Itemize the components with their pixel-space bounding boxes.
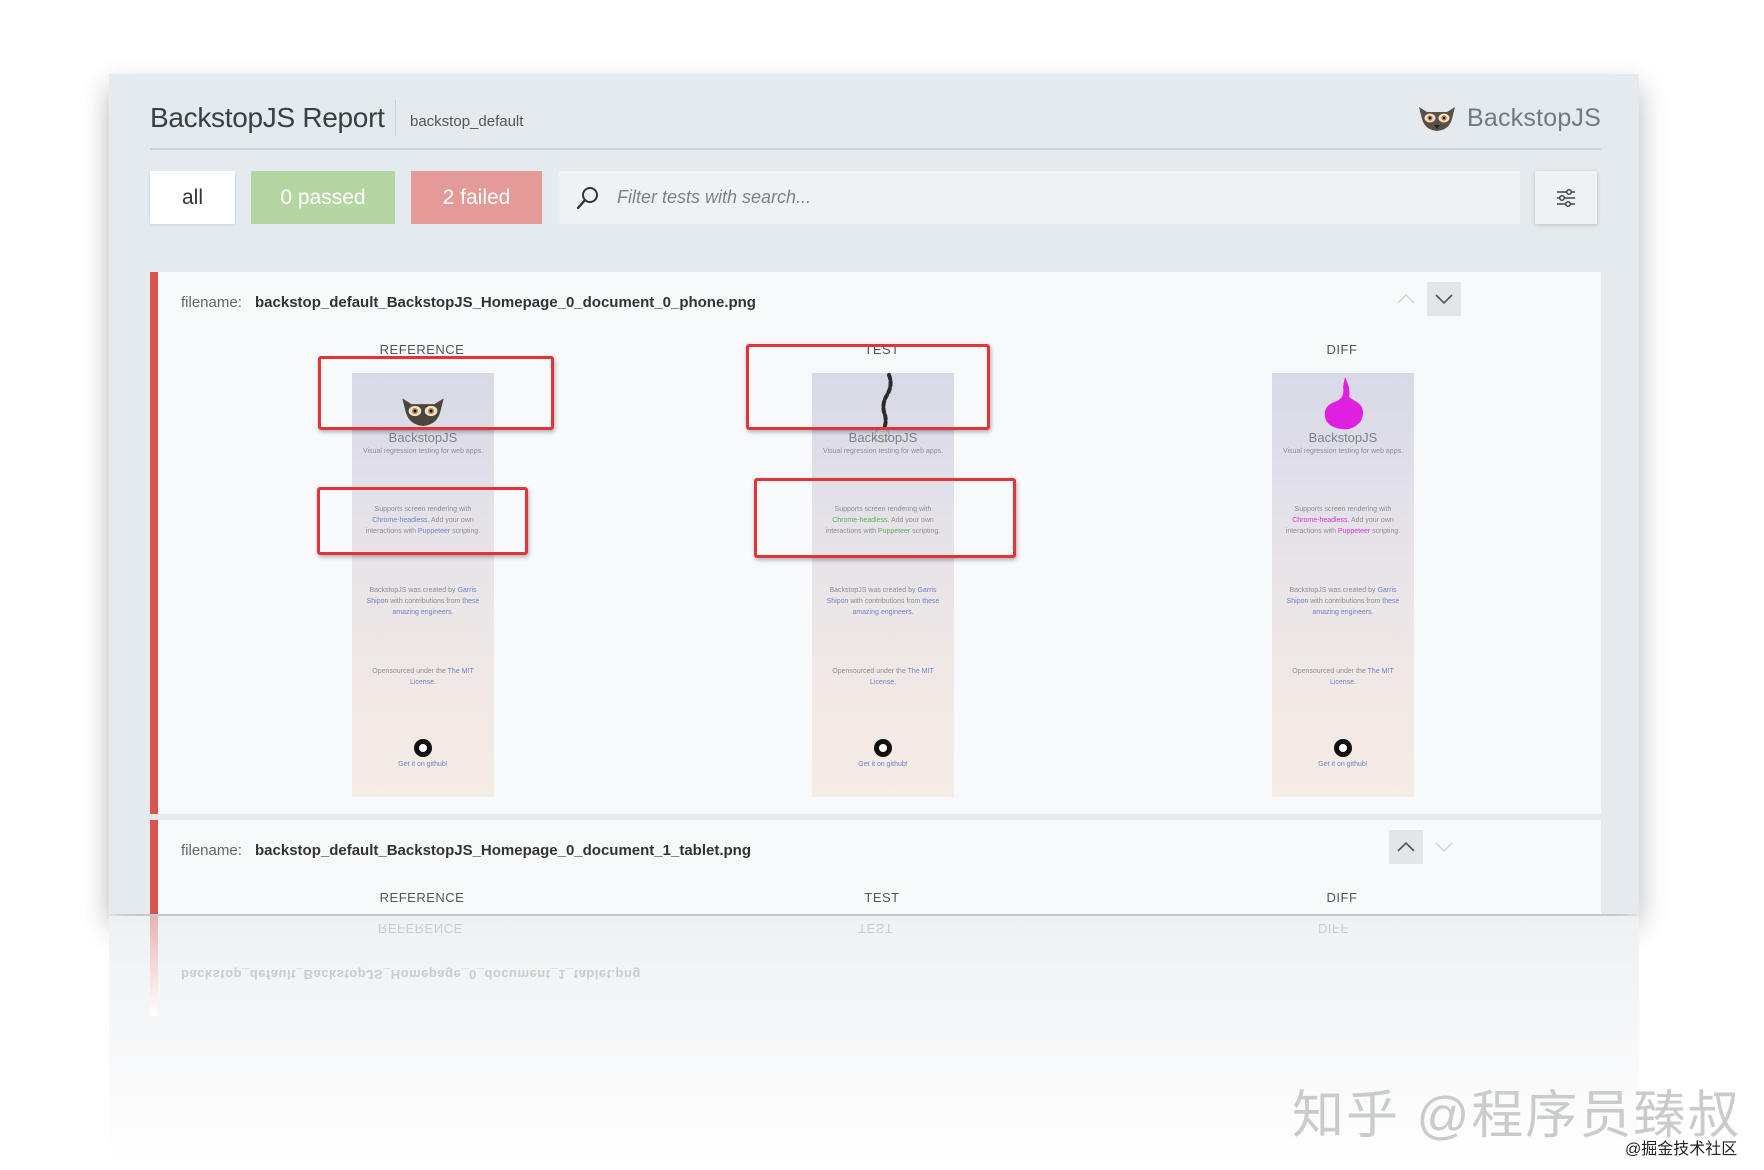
- chevron-up-icon: [1397, 294, 1415, 304]
- column-reference-label: REFERENCE: [379, 890, 465, 905]
- annotation-box: [317, 487, 528, 555]
- brand-logo[interactable]: BackstopJS: [1417, 100, 1601, 136]
- chevron-down-icon: [1435, 294, 1453, 304]
- filename-value: backstop_default_BackstopJS_Homepage_0_d…: [255, 294, 756, 311]
- shot-paragraph: Opensourced under the The MIT License.: [372, 668, 474, 686]
- github-icon: [1334, 739, 1352, 757]
- test-card: filename: backstop_default_BackstopJS_Ho…: [150, 820, 1601, 914]
- filter-failed-button[interactable]: 2 failed: [411, 171, 542, 224]
- column-diff-label: DIFF: [1326, 342, 1358, 357]
- shot-paragraph: Opensourced under the The MIT License.: [1292, 668, 1394, 686]
- shot-title: BackstopJS: [848, 430, 918, 445]
- shot-paragraph: BackstopJS was created by Garris Shipon …: [826, 587, 940, 616]
- search-input[interactable]: [615, 186, 1419, 209]
- github-icon: [414, 739, 432, 757]
- title-divider: [395, 100, 396, 136]
- shot-paragraph: Opensourced under the The MIT License.: [832, 668, 934, 686]
- annotation-box: [754, 478, 1016, 558]
- page-title: BackstopJS Report: [150, 102, 385, 133]
- reflection-label: REFERENCE: [378, 921, 463, 936]
- shot-paragraph: BackstopJS was created by Garris Shipon …: [366, 587, 480, 616]
- shot-paragraph: Supports screen rendering with Chrome-he…: [1285, 506, 1401, 535]
- expand-up-button[interactable]: [1389, 830, 1423, 864]
- filter-passed-button[interactable]: 0 passed: [251, 171, 395, 224]
- brand-name: BackstopJS: [1466, 103, 1601, 132]
- lemur-logo-icon: [1418, 107, 1455, 131]
- github-icon: [874, 739, 892, 757]
- reflection-label: DIFF: [1318, 921, 1349, 936]
- watermark-sub: @掘金技术社区: [1625, 1141, 1738, 1158]
- annotation-box: [318, 356, 554, 430]
- column-reference-label: REFERENCE: [379, 342, 465, 357]
- shot-tagline: Visual regression testing for web apps.: [362, 448, 484, 455]
- project-name: backstop_default: [410, 113, 524, 130]
- test-screenshot[interactable]: BackstopJS Visual regression testing for…: [812, 373, 954, 797]
- reflection-filename: backstop_default_BackstopJS_Homepage_0_d…: [181, 967, 641, 982]
- report-window: BackstopJS Report backstop_default Backs…: [109, 74, 1639, 914]
- github-link: Get it on github!: [1318, 761, 1368, 768]
- search-icon: [575, 185, 601, 211]
- github-link: Get it on github!: [858, 761, 908, 768]
- chevron-up-icon: [1397, 842, 1415, 852]
- shot-paragraph: BackstopJS was created by Garris Shipon …: [1286, 587, 1400, 616]
- reflection-label: TEST: [858, 921, 894, 936]
- report-header: BackstopJS Report backstop_default Backs…: [150, 74, 1601, 150]
- filter-all-button[interactable]: all: [150, 171, 235, 224]
- filename-label: filename:: [181, 842, 242, 859]
- chevron-down-icon: [1435, 842, 1453, 852]
- filename-value: backstop_default_BackstopJS_Homepage_0_d…: [255, 842, 751, 859]
- test-card: filename: backstop_default_BackstopJS_Ho…: [150, 272, 1601, 814]
- reference-screenshot[interactable]: BackstopJS Visual regression testing for…: [352, 373, 494, 797]
- annotation-box: [746, 344, 990, 430]
- sliders-icon: [1557, 188, 1575, 207]
- diff-highlight-icon: [1324, 377, 1363, 430]
- filename-label: filename:: [181, 294, 242, 311]
- diff-screenshot[interactable]: BackstopJS Visual regression testing for…: [1272, 373, 1414, 797]
- settings-button[interactable]: [1535, 171, 1597, 224]
- expand-up-button[interactable]: [1389, 282, 1423, 316]
- search-bar[interactable]: [559, 171, 1520, 224]
- shot-title: BackstopJS: [388, 430, 458, 445]
- collapse-down-button[interactable]: [1427, 830, 1461, 864]
- shot-tagline: Visual regression testing for web apps.: [1282, 448, 1404, 455]
- shot-title: BackstopJS: [1308, 430, 1378, 445]
- github-link: Get it on github!: [398, 761, 448, 768]
- column-test-label: TEST: [864, 890, 900, 905]
- column-diff-label: DIFF: [1326, 890, 1358, 905]
- collapse-down-button[interactable]: [1427, 282, 1461, 316]
- shot-tagline: Visual regression testing for web apps.: [822, 448, 944, 455]
